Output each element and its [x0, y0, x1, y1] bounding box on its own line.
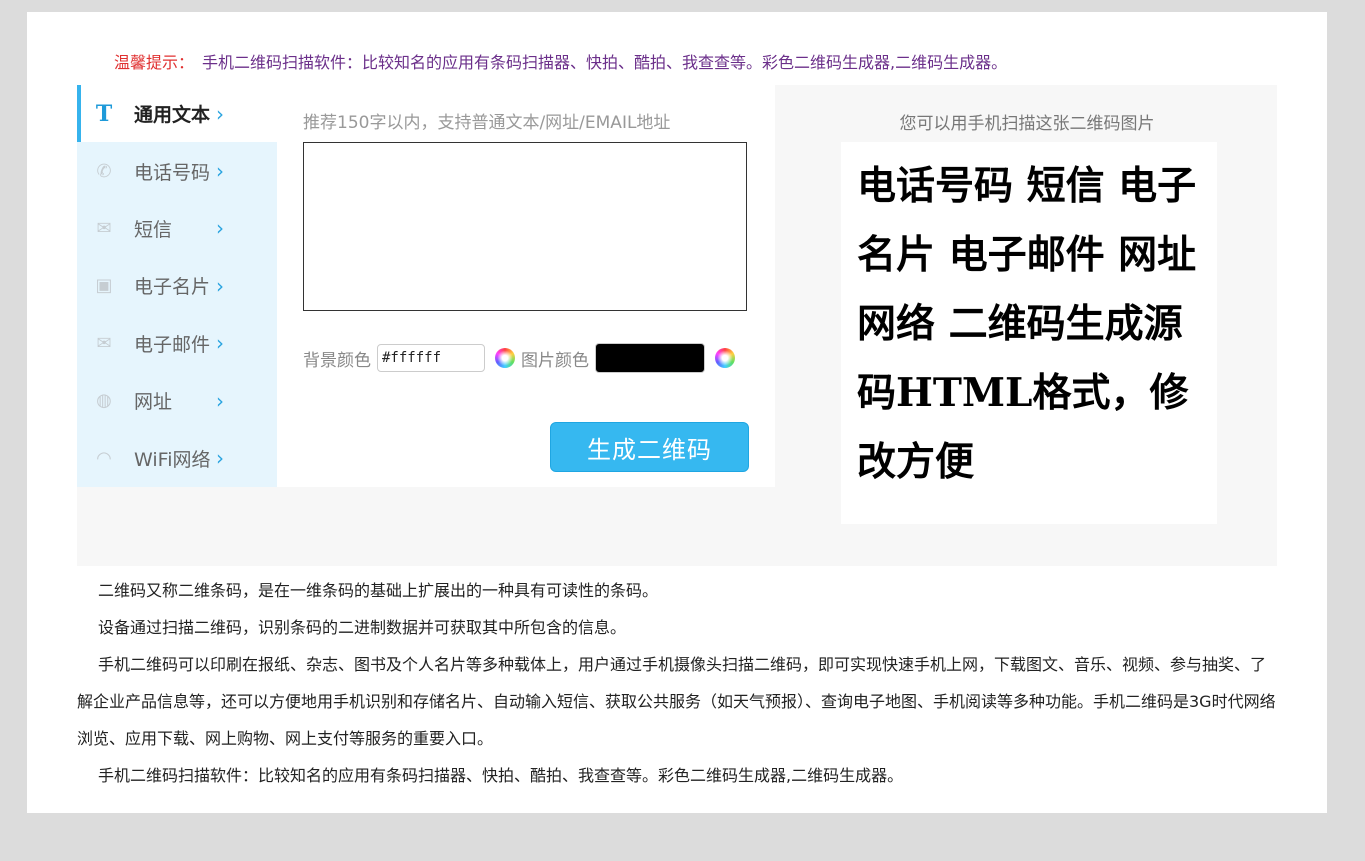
description-paragraph: 手机二维码可以印刷在报纸、杂志、图书及个人名片等多种载体上，用户通过手机摄像头扫… [77, 655, 1276, 748]
chevron-right-icon: › [216, 216, 224, 241]
chevron-right-icon: › [216, 331, 224, 356]
preview-caption: 您可以用手机扫描这张二维码图片 [899, 114, 1155, 134]
description-paragraph: 设备通过扫描二维码，识别条码的二进制数据并可获取其中所包含的信息。 [98, 618, 627, 637]
chevron-right-icon: › [216, 273, 224, 298]
sms-icon: ✉ [96, 217, 112, 239]
chevron-right-icon: › [216, 446, 224, 471]
description-paragraph: 手机二维码扫描软件：比较知名的应用有条码扫描器、快拍、酷拍、我查查等。彩色二维码… [98, 766, 904, 785]
sidebar-item-phone[interactable]: ✆ 电话号码 › [77, 142, 277, 199]
img-color-label: 图片颜色 [521, 350, 589, 371]
generator-panel: T 通用文本 › ✆ 电话号码 › ✉ 短信 › ▣ 电子名片 › ✉ 电子邮件 [77, 85, 1277, 566]
color-wheel-icon[interactable] [495, 348, 515, 368]
chevron-right-icon: › [216, 101, 224, 126]
sidebar-item-label: 网址 [134, 391, 173, 414]
sidebar-item-label: 通用文本 [134, 104, 211, 127]
sidebar-item-label: 电子邮件 [134, 333, 211, 356]
tip-label: 温馨提示： [114, 53, 195, 72]
generate-qr-button[interactable]: 生成二维码 [550, 422, 749, 472]
sidebar-item-url[interactable]: ◍ 网址 › [77, 372, 277, 429]
page-container: 温馨提示： 手机二维码扫描软件：比较知名的应用有条码扫描器、快拍、酷拍、我查查等。… [27, 12, 1327, 813]
sidebar-item-text[interactable]: T 通用文本 › [77, 85, 277, 143]
sidebar-item-sms[interactable]: ✉ 短信 › [77, 200, 277, 257]
wifi-icon: ◠ [96, 447, 112, 469]
bg-color-input[interactable] [377, 344, 485, 372]
input-form: 推荐150字以内，支持普通文本/网址/EMAIL地址 背景颜色 图片颜色 生成二… [277, 85, 775, 487]
qr-preview: 电话号码 短信 电子名片 电子邮件 网址 网络 二维码生成源码HTML格式，修改… [841, 142, 1217, 524]
preview-text: 电话号码 短信 电子名片 电子邮件 网址 网络 二维码生成源码HTML格式，修改… [857, 163, 1197, 485]
bg-color-label: 背景颜色 [303, 350, 371, 371]
sidebar-item-vcard[interactable]: ▣ 电子名片 › [77, 257, 277, 314]
email-icon: ✉ [96, 332, 112, 354]
color-row: 背景颜色 图片颜色 [303, 343, 741, 373]
img-color-swatch[interactable] [595, 343, 705, 373]
description: 二维码又称二维条码，是在一维条码的基础上扩展出的一种具有可读性的条码。 设备通过… [77, 572, 1277, 794]
description-paragraph: 二维码又称二维条码，是在一维条码的基础上扩展出的一种具有可读性的条码。 [98, 581, 659, 600]
sidebar-item-wifi[interactable]: ◠ WiFi网络 › [77, 429, 277, 486]
sidebar-item-email[interactable]: ✉ 电子邮件 › [77, 315, 277, 372]
vcard-icon: ▣ [95, 275, 113, 297]
phone-icon: ✆ [96, 160, 112, 182]
content-textarea[interactable] [303, 142, 747, 311]
globe-icon: ◍ [96, 390, 112, 412]
sidebar-item-label: 短信 [134, 218, 173, 241]
type-sidebar: T 通用文本 › ✆ 电话号码 › ✉ 短信 › ▣ 电子名片 › ✉ 电子邮件 [77, 85, 277, 487]
sidebar-item-label: 电话号码 [134, 161, 211, 184]
tip-text: 手机二维码扫描软件：比较知名的应用有条码扫描器、快拍、酷拍、我查查等。彩色二维码… [202, 53, 1008, 72]
color-wheel-icon[interactable] [715, 348, 735, 368]
tip-line: 温馨提示： 手机二维码扫描软件：比较知名的应用有条码扫描器、快拍、酷拍、我查查等。… [114, 49, 1007, 73]
sidebar-item-label: WiFi网络 [134, 448, 211, 471]
chevron-right-icon: › [216, 159, 224, 184]
sidebar-item-label: 电子名片 [134, 276, 211, 299]
input-hint: 推荐150字以内，支持普通文本/网址/EMAIL地址 [303, 113, 671, 133]
chevron-right-icon: › [216, 388, 224, 413]
text-icon: T [95, 100, 113, 127]
